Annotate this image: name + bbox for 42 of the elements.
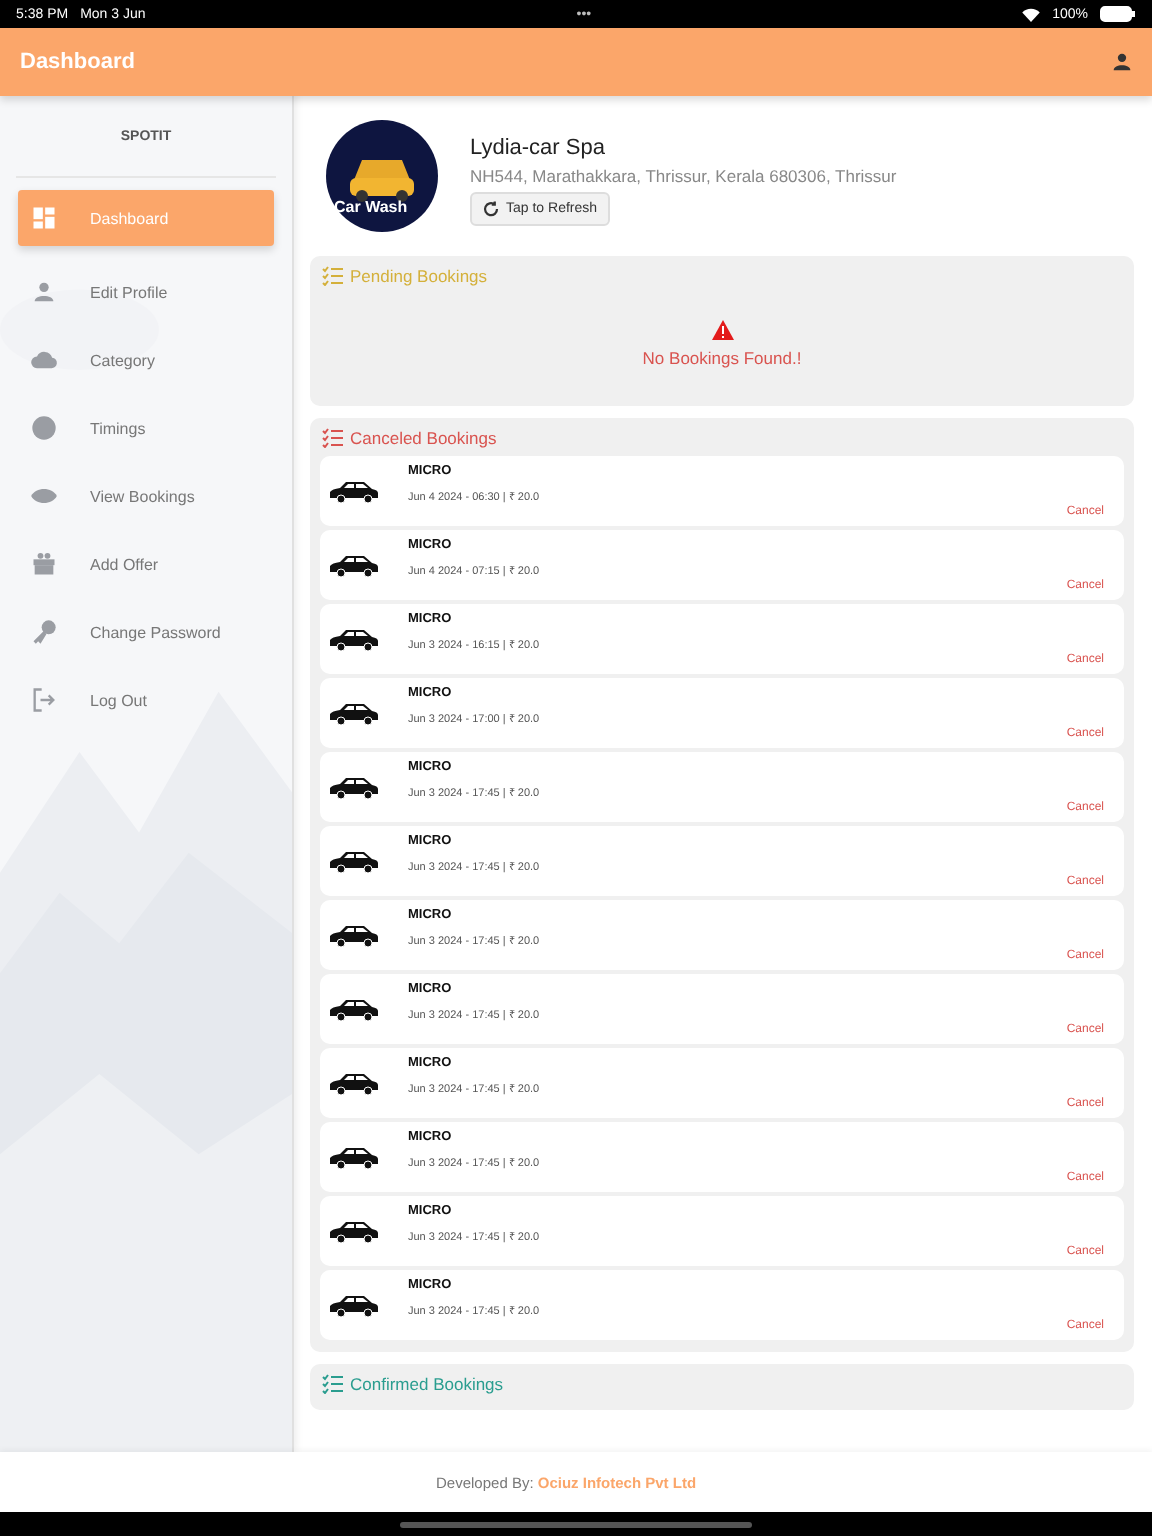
- refresh-icon: [482, 200, 500, 218]
- menu-item[interactable]: Add Offer: [18, 542, 274, 586]
- menu-item[interactable]: View Bookings: [18, 474, 274, 518]
- car-icon: [328, 775, 380, 799]
- car-icon: [328, 1293, 380, 1317]
- car-icon: [328, 1145, 380, 1169]
- wifi-icon: [1022, 7, 1041, 21]
- menu-item[interactable]: Log Out: [18, 678, 274, 722]
- battery-icon: [1100, 6, 1136, 22]
- car-icon: [328, 1071, 380, 1095]
- car-icon: [328, 701, 380, 725]
- car-icon: [328, 923, 380, 947]
- section-title: Pending Bookings: [320, 266, 1124, 290]
- car-icon: [328, 553, 380, 577]
- section-title: Confirmed Bookings: [320, 1374, 1124, 1398]
- car-icon: [328, 627, 380, 651]
- person-icon: [30, 278, 58, 306]
- home-indicator[interactable]: [400, 1521, 752, 1527]
- empty-message: No Bookings Found.!: [642, 348, 802, 368]
- logout-icon: [30, 686, 58, 714]
- menu-item[interactable]: Edit Profile: [18, 270, 274, 314]
- list-check-icon: [322, 266, 344, 286]
- dashboard-icon: [30, 204, 58, 232]
- car-icon: [328, 849, 380, 873]
- key-icon: [30, 618, 58, 646]
- car-wash-logo: Car Wash: [326, 120, 438, 232]
- list-check-icon: [322, 1374, 344, 1394]
- warning-icon: [711, 320, 733, 340]
- business-name: Lydia-car Spa: [470, 136, 607, 160]
- cloud-icon: [30, 346, 58, 374]
- account-icon[interactable]: [1112, 52, 1132, 72]
- car-icon: [328, 1219, 380, 1243]
- car-icon: [328, 479, 380, 503]
- section-title: Canceled Bookings: [320, 428, 1124, 452]
- list-check-icon: [322, 428, 344, 448]
- gift-icon: [30, 550, 58, 578]
- page-title: Dashboard: [20, 50, 135, 74]
- business-address: NH544, Marathakkara, Thrissur, Kerala 680306, Thrissur: [470, 166, 897, 186]
- menu-item[interactable]: Category: [18, 338, 274, 382]
- menu-item[interactable]: Timings: [18, 406, 274, 450]
- car-icon: [328, 997, 380, 1021]
- menu-item[interactable]: Change Password: [18, 610, 274, 654]
